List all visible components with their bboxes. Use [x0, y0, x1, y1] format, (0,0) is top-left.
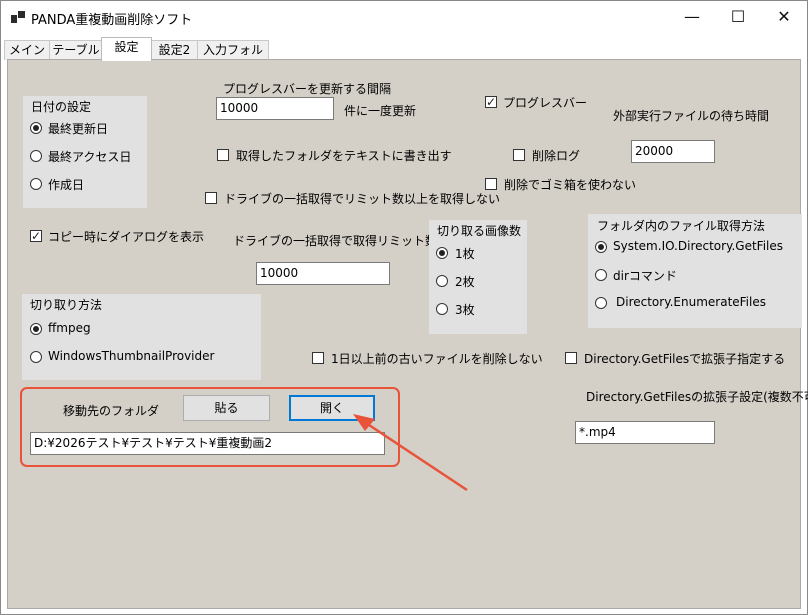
- highlight-arrow: [353, 414, 468, 492]
- tab-settings[interactable]: 設定: [101, 37, 152, 61]
- app-window: PANDA重複動画削除ソフト — ☐ ✕ メイン テーブル 設定 設定2 入力フ…: [0, 0, 808, 615]
